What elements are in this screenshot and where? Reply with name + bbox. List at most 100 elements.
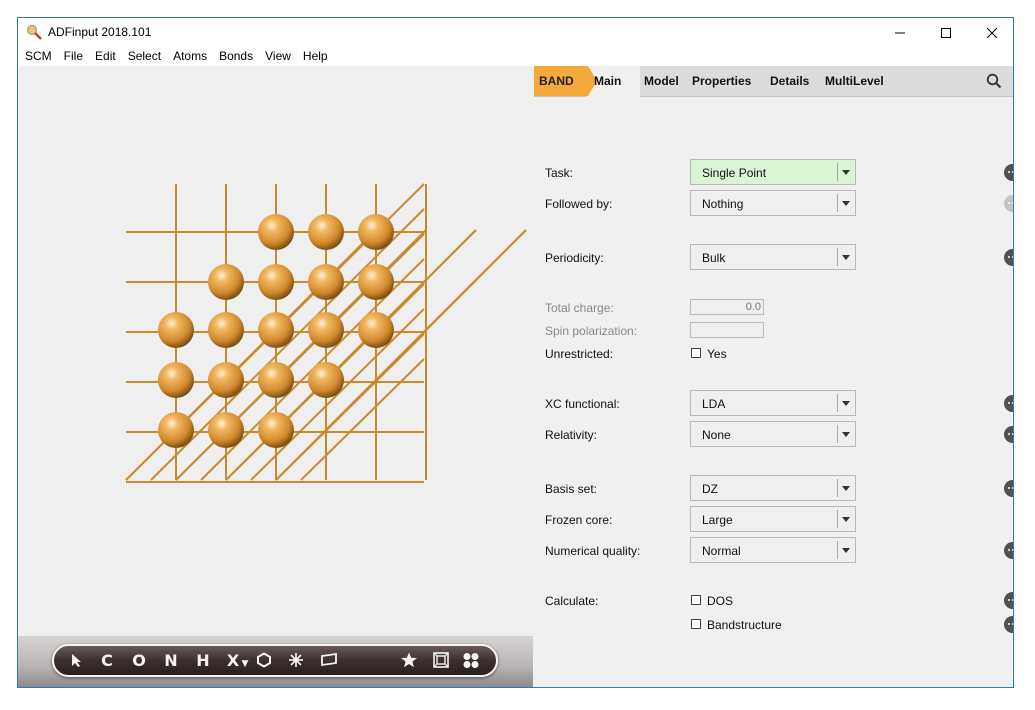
- chevron-down-icon: [842, 401, 850, 406]
- chevron-down-icon: [842, 548, 850, 553]
- atom[interactable]: [358, 214, 394, 250]
- bond-back: [425, 229, 477, 281]
- total-charge-label: Total charge:: [545, 301, 614, 315]
- oxygen-tool[interactable]: O: [127, 646, 151, 675]
- atom[interactable]: [258, 214, 294, 250]
- periodicity-select[interactable]: Bulk: [690, 244, 856, 270]
- basis-set-label: Basis set:: [545, 482, 598, 496]
- atom[interactable]: [208, 264, 244, 300]
- dos-more-icon[interactable]: [1004, 592, 1013, 609]
- atoms-tool[interactable]: [459, 646, 483, 675]
- dos-checkbox[interactable]: [691, 595, 701, 605]
- hydrogen-tool[interactable]: H: [191, 646, 215, 675]
- close-icon: [987, 27, 997, 38]
- chevron-down-icon: [842, 201, 850, 206]
- atom[interactable]: [158, 312, 194, 348]
- atom[interactable]: [358, 264, 394, 300]
- numerical-quality-select[interactable]: Normal: [690, 537, 856, 563]
- atom[interactable]: [208, 362, 244, 398]
- atom[interactable]: [258, 362, 294, 398]
- atom[interactable]: [258, 312, 294, 348]
- spin-polarization-field[interactable]: [690, 322, 764, 338]
- atom[interactable]: [208, 412, 244, 448]
- plane-icon: [321, 652, 337, 667]
- atom[interactable]: [308, 214, 344, 250]
- unrestricted-checkbox[interactable]: [691, 348, 701, 358]
- tab-band[interactable]: BAND: [534, 66, 588, 96]
- combo-separator: [837, 248, 838, 266]
- atom[interactable]: [358, 312, 394, 348]
- xc-functional-more-icon[interactable]: [1004, 395, 1013, 412]
- task-label: Task:: [545, 166, 574, 180]
- star-tool[interactable]: [397, 646, 421, 675]
- frozen-core-label: Frozen core:: [545, 513, 613, 527]
- menu-select[interactable]: Select: [122, 47, 167, 66]
- numerical-quality-more-icon[interactable]: [1004, 542, 1013, 559]
- followed-by-select[interactable]: Nothing: [690, 190, 856, 216]
- chevron-down-icon: [842, 517, 850, 522]
- basis-set-value: DZ: [702, 482, 718, 496]
- combo-separator: [837, 163, 838, 181]
- chevron-down-icon: [842, 170, 850, 175]
- crystal-tool[interactable]: [285, 646, 309, 675]
- menu-atoms[interactable]: Atoms: [167, 47, 213, 66]
- menu-scm[interactable]: SCM: [18, 47, 58, 66]
- dos-option[interactable]: DOS: [707, 594, 733, 608]
- task-more-icon[interactable]: [1004, 164, 1013, 181]
- molecule-viewport[interactable]: C O N H X ▼: [18, 66, 533, 687]
- menu-edit[interactable]: Edit: [89, 47, 122, 66]
- maximize-icon: [941, 27, 951, 38]
- total-charge-field[interactable]: 0.0: [690, 299, 764, 315]
- menu-bonds[interactable]: Bonds: [213, 47, 259, 66]
- ring-tool[interactable]: [253, 646, 277, 675]
- maximize-button[interactable]: [923, 18, 969, 47]
- minimize-icon: [895, 32, 905, 33]
- atom[interactable]: [258, 264, 294, 300]
- task-select[interactable]: Single Point: [690, 159, 856, 185]
- tab-details[interactable]: Details: [770, 74, 809, 88]
- combo-separator: [837, 394, 838, 412]
- unrestricted-option[interactable]: Yes: [707, 347, 727, 361]
- menu-file[interactable]: File: [58, 47, 89, 66]
- tab-main[interactable]: Main: [594, 74, 621, 88]
- tab-model[interactable]: Model: [644, 74, 679, 88]
- crystal-structure[interactable]: [18, 66, 533, 636]
- bandstructure-option[interactable]: Bandstructure: [707, 618, 782, 632]
- tab-properties[interactable]: Properties: [692, 74, 751, 88]
- crystal-icon: [289, 653, 303, 667]
- atom[interactable]: [208, 312, 244, 348]
- numerical-quality-value: Normal: [702, 544, 741, 558]
- frozen-core-select[interactable]: Large: [690, 506, 856, 532]
- search-icon[interactable]: [986, 73, 1002, 89]
- plane-tool[interactable]: [317, 646, 341, 675]
- relativity-label: Relativity:: [545, 428, 598, 442]
- atom[interactable]: [308, 264, 344, 300]
- carbon-tool[interactable]: C: [95, 646, 119, 675]
- atom[interactable]: [308, 312, 344, 348]
- basis-set-select[interactable]: DZ: [690, 475, 856, 501]
- cube-tool[interactable]: [429, 646, 453, 675]
- atom[interactable]: [308, 362, 344, 398]
- tab-bar: BAND Main Model Properties Details Multi…: [534, 66, 1013, 97]
- periodicity-more-icon[interactable]: [1004, 249, 1013, 266]
- tab-multilevel[interactable]: MultiLevel: [825, 74, 884, 88]
- close-button[interactable]: [969, 18, 1013, 47]
- menu-view[interactable]: View: [259, 47, 297, 66]
- followed-by-value: Nothing: [702, 197, 744, 211]
- pointer-tool[interactable]: [66, 646, 90, 675]
- bandstructure-more-icon[interactable]: [1004, 616, 1013, 633]
- basis-set-more-icon[interactable]: [1004, 480, 1013, 497]
- bond-back: [475, 229, 527, 281]
- atom[interactable]: [158, 362, 194, 398]
- atom[interactable]: [258, 412, 294, 448]
- relativity-select[interactable]: None: [690, 421, 856, 447]
- relativity-more-icon[interactable]: [1004, 426, 1013, 443]
- nitrogen-tool[interactable]: N: [159, 646, 183, 675]
- minimize-button[interactable]: [877, 18, 923, 47]
- xc-functional-value: LDA: [702, 397, 726, 411]
- bandstructure-checkbox[interactable]: [691, 619, 701, 629]
- xc-functional-select[interactable]: LDA: [690, 390, 856, 416]
- menu-help[interactable]: Help: [297, 47, 334, 66]
- atom[interactable]: [158, 412, 194, 448]
- editor-toolbar: C O N H X ▼: [52, 644, 498, 677]
